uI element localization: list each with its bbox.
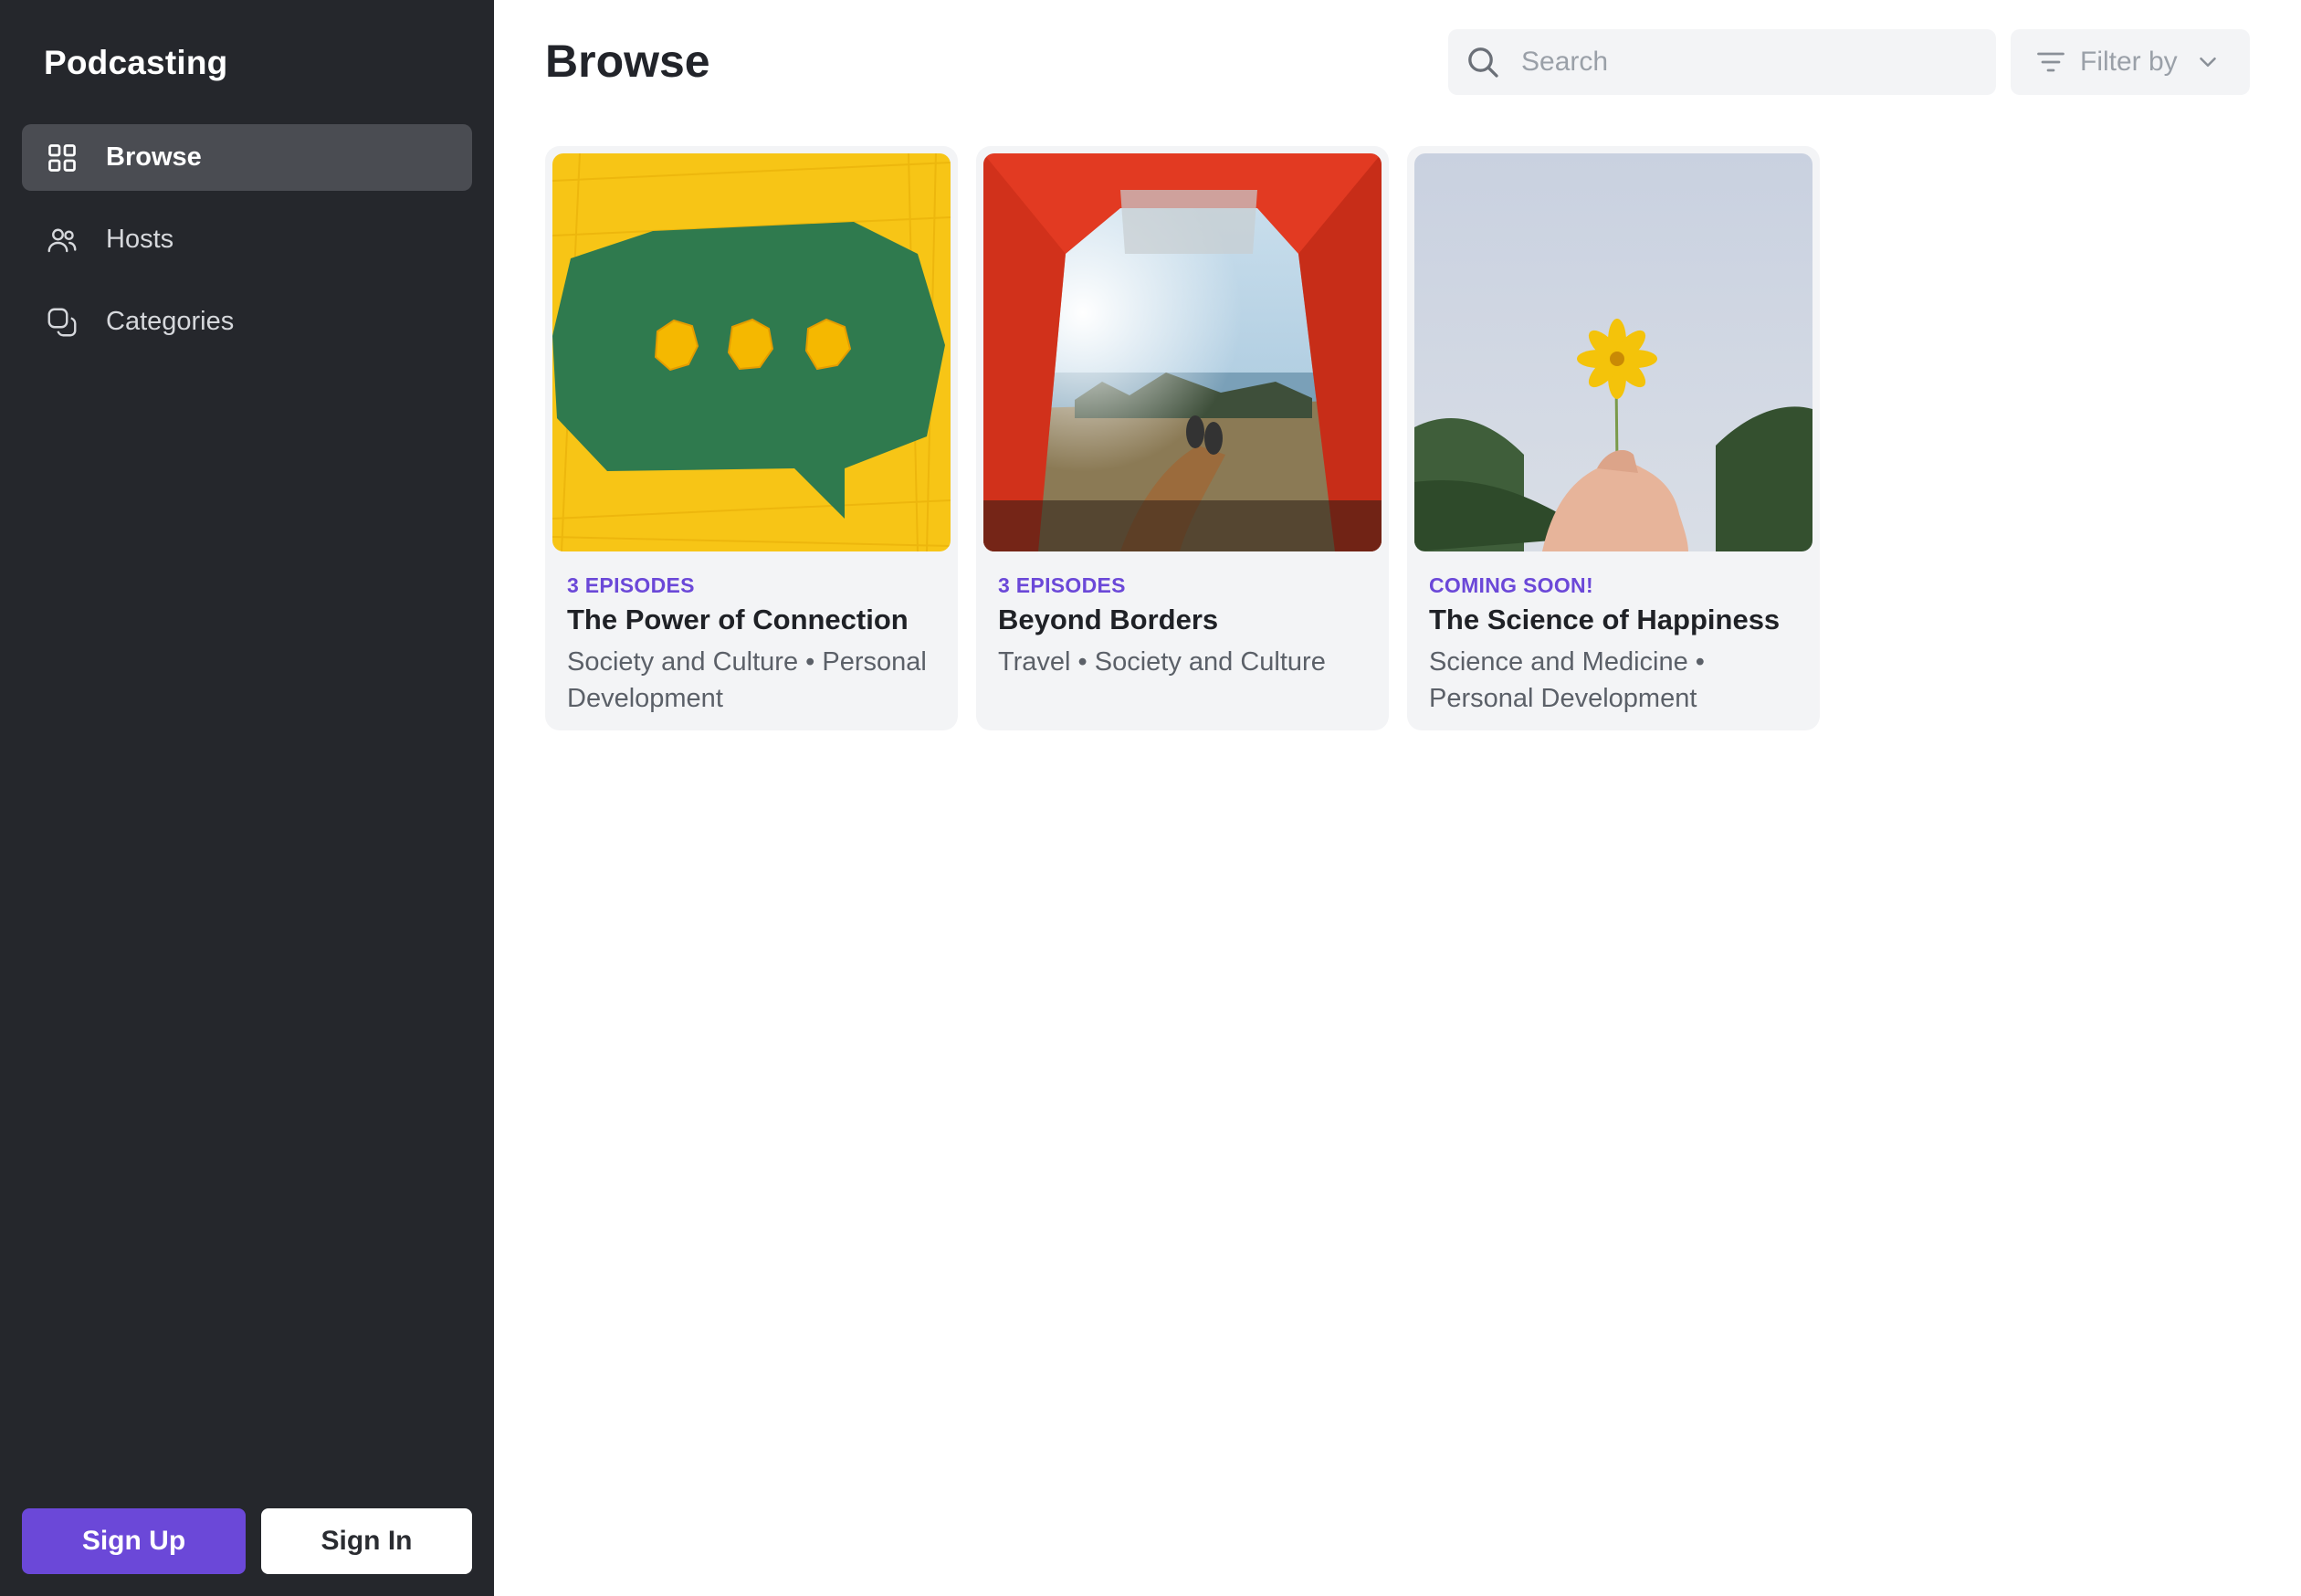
- sidebar-item-categories[interactable]: Categories: [22, 289, 472, 355]
- podcast-title: The Science of Happiness: [1429, 604, 1781, 635]
- chevron-down-icon: [2199, 58, 2216, 67]
- card-meta: COMING SOON! The Science of Happiness Sc…: [1414, 551, 1812, 717]
- filter-label: Filter by: [2080, 47, 2178, 77]
- grid-icon: [46, 142, 79, 174]
- sidebar-nav: Browse Hosts Categories: [22, 124, 472, 371]
- podcast-title: Beyond Borders: [998, 604, 1219, 635]
- sidebar-item-hosts[interactable]: Hosts: [22, 206, 472, 273]
- podcast-card[interactable]: 3 EPISODES The Power of Connection Socie…: [545, 146, 958, 730]
- episode-count: 3 EPISODES: [998, 573, 1126, 597]
- podcast-card[interactable]: 3 EPISODES Beyond Borders Travel • Socie…: [976, 146, 1389, 730]
- podcast-grid: 3 EPISODES The Power of Connection Socie…: [545, 146, 1820, 730]
- app-brand: Podcasting: [44, 44, 228, 81]
- podcast-categories: Travel • Society and Culture: [998, 647, 1326, 677]
- main-content: Browse Filter by: [494, 0, 2301, 1596]
- filter-dropdown[interactable]: Filter by: [2011, 29, 2250, 95]
- speech-bubble-image: [552, 153, 951, 551]
- card-meta: 3 EPISODES The Power of Connection Socie…: [552, 551, 951, 717]
- page-title: Browse: [545, 36, 710, 87]
- podcast-title: The Power of Connection: [567, 604, 909, 635]
- podcast-categories: Society and Culture • Personal Developme…: [567, 647, 927, 713]
- podcast-categories: Science and Medicine • Personal Developm…: [1429, 647, 1705, 713]
- flower-hand-image: [1414, 153, 1812, 551]
- search-input[interactable]: [1519, 46, 1976, 79]
- categories-icon: [46, 306, 79, 339]
- podcast-card[interactable]: COMING SOON! The Science of Happiness Sc…: [1407, 146, 1820, 730]
- sign-in-button[interactable]: Sign In: [261, 1508, 472, 1574]
- filter-icon: [2037, 52, 2065, 72]
- users-icon: [46, 224, 79, 257]
- app: Podcasting Browse Hosts Categories Sign …: [0, 0, 2301, 1596]
- episode-count: 3 EPISODES: [567, 573, 695, 597]
- search-icon: [1468, 47, 1498, 78]
- sign-up-button[interactable]: Sign Up: [22, 1508, 246, 1574]
- sidebar-item-label: Hosts: [106, 225, 174, 254]
- sidebar: Podcasting Browse Hosts Categories Sign …: [0, 0, 494, 1596]
- card-meta: 3 EPISODES Beyond Borders Travel • Socie…: [983, 551, 1382, 680]
- sidebar-item-label: Categories: [106, 307, 235, 336]
- sidebar-item-label: Browse: [106, 142, 202, 172]
- tent-view-image: [983, 153, 1382, 551]
- coming-soon-badge: COMING SOON!: [1429, 573, 1593, 597]
- sidebar-item-browse[interactable]: Browse: [22, 124, 472, 191]
- search-box[interactable]: [1448, 29, 1996, 95]
- auth-buttons: Sign Up Sign In: [22, 1508, 472, 1574]
